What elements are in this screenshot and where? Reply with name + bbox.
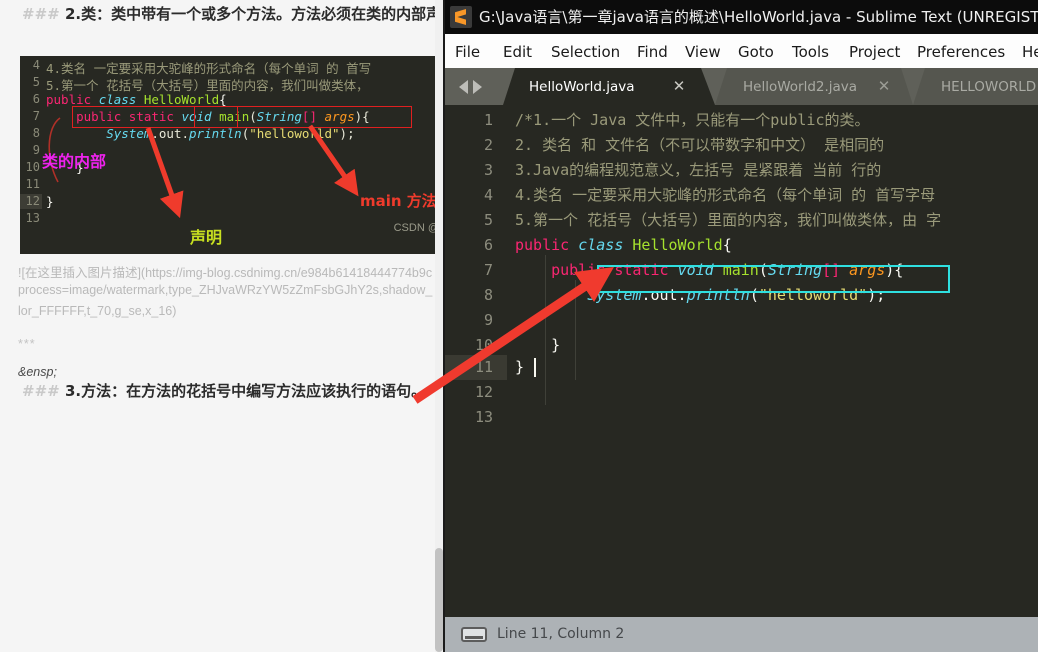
code-editor[interactable]: 1 2 3 4 5 6 7 8 9 10 11 12 13 /*1.一个 Jav… (445, 105, 1038, 615)
csdn-watermark: CSDN @ (393, 222, 439, 234)
line-number: 11 (474, 358, 493, 376)
menu-item-edit[interactable]: Edit (503, 41, 532, 63)
line-number: 4 (483, 186, 493, 204)
embedded-annotated-code-image: 4 5 6 7 8 9 10 11 12 13 4.类名 一定要采用大驼峰的形式… (20, 56, 443, 254)
menu-item-view[interactable]: View (685, 41, 721, 63)
tab-helloworld2-java[interactable]: HelloWorld2.java ✕ (715, 68, 913, 105)
code-line: } (515, 358, 525, 376)
menu-item-tools[interactable]: Tools (792, 41, 829, 63)
line-number: 1 (483, 111, 493, 129)
markdown-nbsp-entity: &ensp; (18, 365, 57, 379)
annotation-class-interior: 类的内部 (42, 152, 107, 171)
line-number: 8 (483, 286, 493, 304)
markdown-horizontal-rule: *** (18, 337, 36, 351)
line-number: 2 (483, 136, 493, 154)
code-line: /*1.一个 Java 文件中，只能有一个public的类。 (515, 111, 870, 129)
text-caret (534, 358, 536, 377)
markdown-image-url-line: ![在这里插入图片描述](https://img-blog.csdnimg.cn… (18, 266, 433, 280)
tab-bar[interactable]: HelloWorld.java ✕ HelloWorld2.java ✕ HEL… (445, 68, 1038, 105)
sublime-text-logo-icon (450, 6, 472, 28)
menu-item-help[interactable]: Help (1022, 41, 1038, 63)
annotation-main-method: main 方法 (360, 192, 437, 210)
markdown-source-pane[interactable]: ### 2.类：类中带有一个或多个方法。方法必须在类的内部声 4 5 6 7 8… (0, 0, 443, 652)
menu-item-find[interactable]: Find (637, 41, 668, 63)
markdown-hash-prefix: ### (22, 5, 65, 23)
tab-label: HelloWorld2.java (743, 79, 858, 95)
line-number: 12 (474, 383, 493, 401)
tab-navigation-arrows[interactable] (453, 78, 491, 96)
markdown-hash-prefix: ### (22, 382, 65, 400)
markdown-image-url-line: process=image/watermark,type_ZHJvaWRzYW5… (18, 283, 433, 297)
line-number: 9 (483, 311, 493, 329)
tab-label: HELLOWORLD (2 (941, 79, 1038, 95)
markdown-heading-3: ### 3.方法：在方法的花括号中编写方法应该执行的语句。 (22, 380, 426, 401)
cursor-position-label: Line 11, Column 2 (497, 626, 625, 642)
window-title: G:\Java语言\第一章java语言的概述\HelloWorld.java -… (479, 8, 1038, 26)
code-line: 4.类名 一定要采用大驼峰的形式命名（每个单词 的 首写字母 (515, 186, 936, 204)
line-number: 7 (483, 261, 493, 279)
status-bar[interactable]: Line 11, Column 2 (445, 617, 1038, 652)
code-line: 3.Java的编程规范意义，左括号 是紧跟着 当前 行的 (515, 161, 882, 179)
menu-bar[interactable]: File Edit Selection Find View Goto Tools… (445, 34, 1038, 69)
menu-item-preferences[interactable]: Preferences (917, 41, 1005, 63)
markdown-image-url-line: lor_FFFFFF,t_70,g_se,x_16) (18, 304, 177, 318)
annotation-declaration: 声明 (190, 228, 223, 247)
tab-helloworld-folder[interactable]: HELLOWORLD (2 (913, 68, 1038, 105)
code-line: 5.第一个 花括号（大括号）里面的内容，我们叫做类体，由 字 (515, 211, 942, 229)
markdown-heading-text: 3.方法：在方法的花括号中编写方法应该执行的语句。 (64, 382, 427, 400)
code-line: public class HelloWorld{ (515, 236, 732, 254)
code-line: 2. 类名 和 文件名（不可以带数字和中文） 是相同的 (515, 136, 885, 154)
line-number: 3 (483, 161, 493, 179)
chevron-left-icon (459, 80, 468, 94)
close-icon[interactable]: ✕ (876, 78, 892, 94)
title-bar: G:\Java语言\第一章java语言的概述\HelloWorld.java -… (445, 0, 1038, 34)
menu-item-selection[interactable]: Selection (551, 41, 620, 63)
menu-item-project[interactable]: Project (849, 41, 900, 63)
markdown-scrollbar-thumb[interactable] (435, 548, 443, 652)
line-number: 5 (483, 211, 493, 229)
chevron-right-icon (473, 80, 482, 94)
markdown-heading-text: 2.类：类中带有一个或多个方法。方法必须在类的内部声 (64, 5, 442, 23)
menu-item-file[interactable]: File (455, 41, 480, 63)
close-icon[interactable]: ✕ (671, 78, 687, 94)
markdown-pane-background: ### 2.类：类中带有一个或多个方法。方法必须在类的内部声 4 5 6 7 8… (0, 0, 443, 652)
sublime-text-window[interactable]: G:\Java语言\第一章java语言的概述\HelloWorld.java -… (445, 0, 1038, 652)
line-number: 6 (483, 236, 493, 254)
document-encoding-icon (461, 627, 487, 642)
cyan-highlight-box (597, 265, 950, 293)
tab-helloworld-java[interactable]: HelloWorld.java ✕ (503, 68, 715, 105)
menu-item-goto[interactable]: Goto (738, 41, 774, 63)
markdown-heading-2: ### 2.类：类中带有一个或多个方法。方法必须在类的内部声 (22, 3, 441, 24)
tab-label: HelloWorld.java (529, 79, 635, 95)
line-number: 13 (474, 408, 493, 426)
